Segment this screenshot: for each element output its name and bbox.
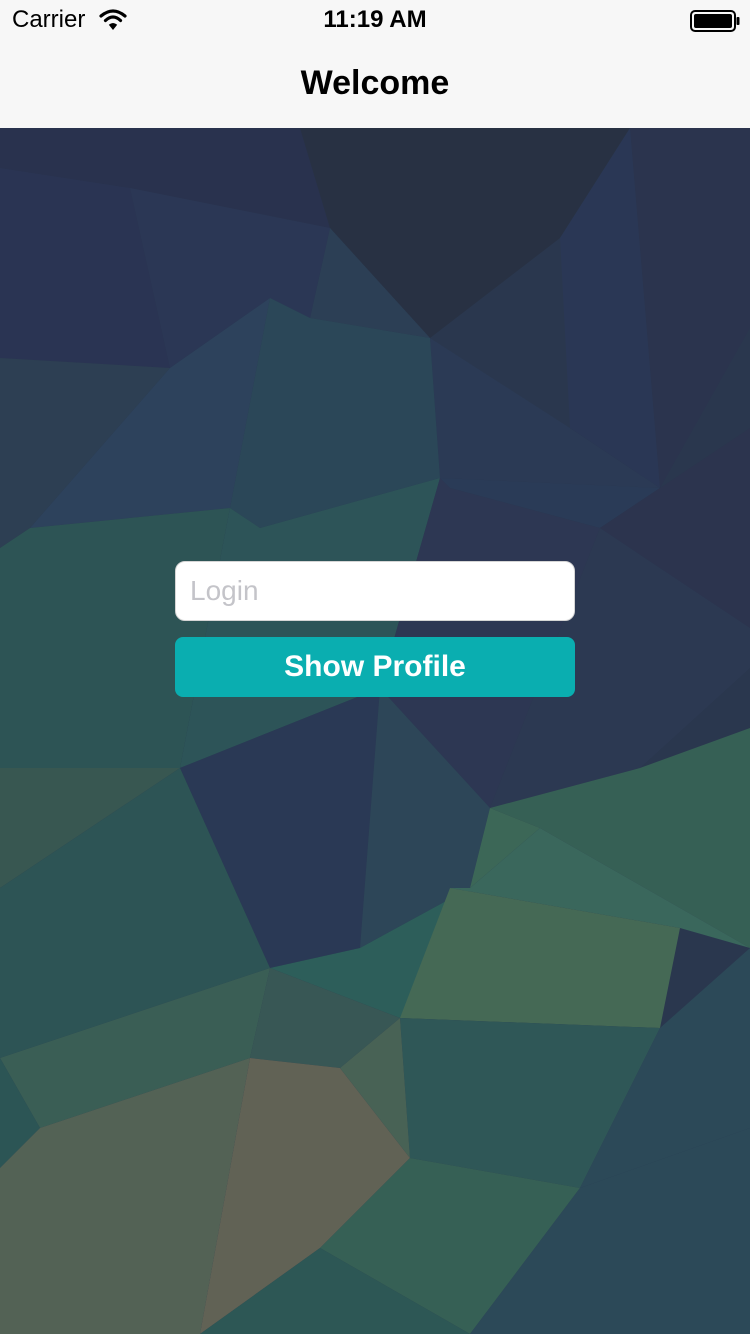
status-bar: Carrier 11:19 AM [0, 0, 750, 40]
login-form: Show Profile [175, 561, 575, 697]
navigation-bar: Welcome [0, 40, 750, 128]
top-bars: Carrier 11:19 AM Welcome [0, 0, 750, 128]
status-time: 11:19 AM [323, 6, 427, 33]
low-poly-background [0, 128, 750, 1334]
login-input[interactable] [175, 561, 575, 621]
show-profile-button[interactable]: Show Profile [175, 637, 575, 697]
battery-icon [690, 10, 740, 32]
page-title: Welcome [300, 64, 450, 102]
